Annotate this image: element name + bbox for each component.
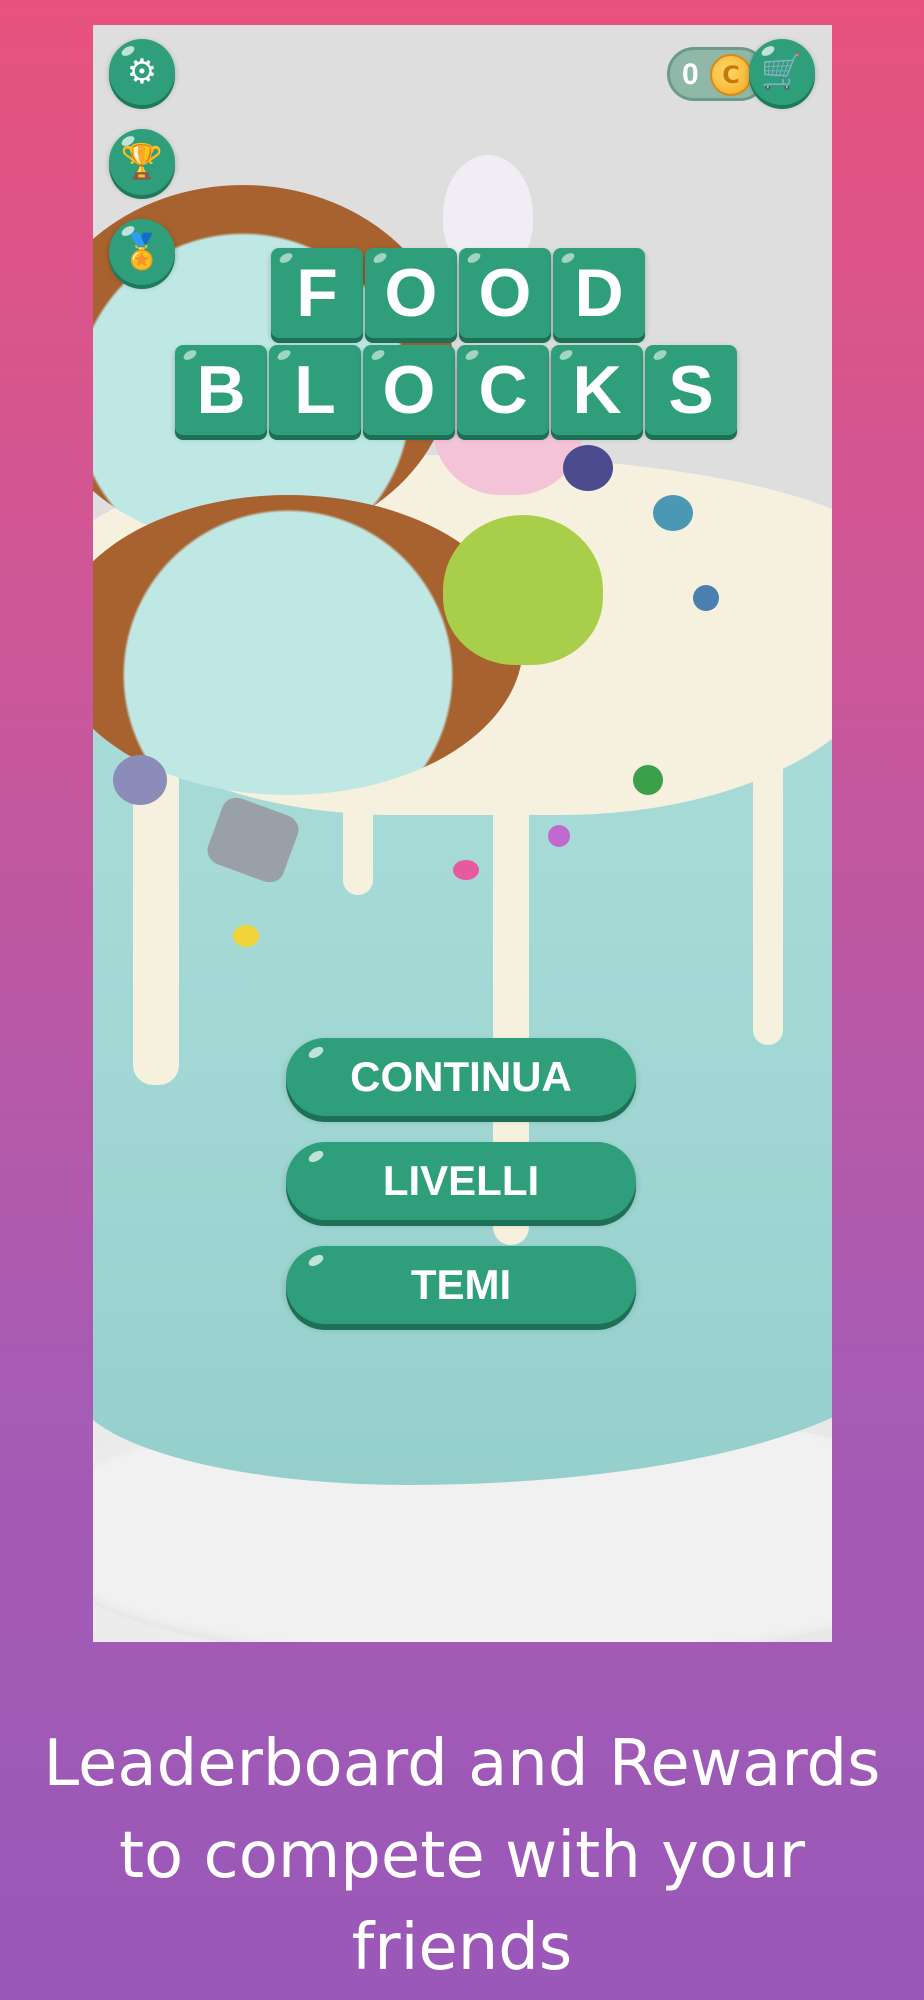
caption-line: friends [351,1911,573,1985]
caption-line: to compete with your [118,1819,806,1893]
coin-count: 0 [682,58,699,91]
title-tile: S [645,345,737,435]
caption-line: Leaderboard and Rewards [43,1727,881,1801]
coin-icon: C [710,54,752,96]
title-tile: C [457,345,549,435]
title-row-food: F O O D [271,248,645,338]
candy-decoration [233,925,259,947]
candy-decoration [548,825,570,847]
title-tile: L [269,345,361,435]
title-tile: B [175,345,267,435]
gear-icon: ⚙ [126,52,158,92]
leaderboard-button[interactable]: 🏆 [109,129,175,195]
title-tile: O [459,248,551,338]
icing-drip [753,725,783,1045]
candy-decoration [653,495,693,531]
title-tile: O [365,248,457,338]
rewards-button[interactable]: 🏅 [109,219,175,285]
title-tile: K [551,345,643,435]
meringue-decoration [443,515,603,665]
title-tile: D [553,248,645,338]
candy-decoration [113,755,167,805]
themes-button[interactable]: TEMI [286,1246,636,1324]
title-row-blocks: B L O C K S [175,345,737,435]
continue-button[interactable]: CONTINUA [286,1038,636,1116]
candy-decoration [563,445,613,491]
levels-button[interactable]: LIVELLI [286,1142,636,1220]
trophy-icon: 🏆 [120,142,164,182]
candy-decoration [633,765,663,795]
settings-button[interactable]: ⚙ [109,39,175,105]
candy-decoration [453,860,479,880]
cart-icon: 🛒 [760,52,804,92]
promo-caption: Leaderboard and Rewards to compete with … [0,1718,924,1994]
game-screen: ⚙ 🏆 🏅 0 C 🛒 F O O D B L O C K S CONTINUA… [93,25,832,1642]
candy-decoration [693,585,719,611]
title-tile: F [271,248,363,338]
medal-icon: 🏅 [120,232,164,272]
shop-button[interactable]: 🛒 [749,39,815,105]
title-tile: O [363,345,455,435]
